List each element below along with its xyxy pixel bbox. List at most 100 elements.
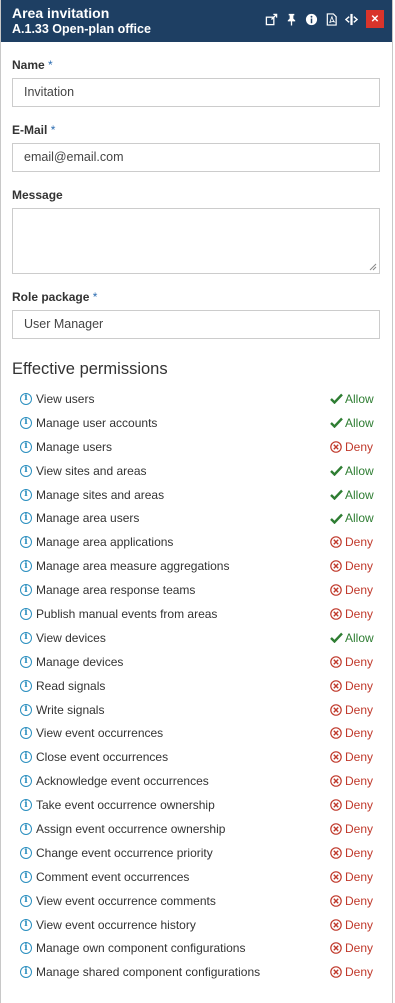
info-circle-icon[interactable]: i	[20, 775, 32, 788]
popout-icon[interactable]	[264, 10, 279, 28]
permission-label: Close event occurrences	[36, 750, 169, 765]
permission-status-text: Allow	[345, 391, 374, 406]
permission-name: i Close event occurrences	[20, 750, 168, 764]
info-circle-icon[interactable]: i	[20, 488, 32, 501]
permission-status: Deny	[329, 822, 377, 836]
permission-label: View users	[36, 391, 95, 406]
permission-status-text: Deny	[345, 654, 374, 669]
info-circle-icon[interactable]: i	[20, 392, 32, 405]
permission-name: i View sites and areas	[20, 464, 147, 478]
resize-grip-icon[interactable]	[369, 263, 377, 271]
info-circle-icon[interactable]: i	[20, 512, 32, 525]
permission-label: Acknowledge event occurrences	[36, 774, 209, 789]
info-icon[interactable]	[304, 10, 319, 28]
permission-row: i Take event occurrence ownership Deny	[12, 793, 378, 817]
info-circle-icon[interactable]: i	[20, 894, 32, 907]
permission-row: i Manage area measure aggregations Deny	[12, 554, 378, 578]
permission-name: i Publish manual events from areas	[20, 607, 217, 621]
name-input[interactable]: Invitation	[12, 78, 380, 107]
permission-status: Deny	[329, 679, 377, 693]
info-circle-icon[interactable]: i	[20, 846, 32, 859]
permission-status-text: Deny	[345, 559, 374, 574]
message-label: Message	[12, 188, 378, 202]
info-circle-icon[interactable]: i	[20, 560, 32, 573]
permission-row: i Manage area response teams Deny	[12, 578, 378, 602]
info-circle-icon[interactable]: i	[20, 679, 32, 692]
info-circle-icon[interactable]: i	[20, 870, 32, 883]
permission-row: i Comment event occurrences Deny	[12, 865, 378, 889]
permission-status: Deny	[329, 655, 377, 669]
permission-status-text: Allow	[345, 463, 374, 478]
permission-row: i View event occurrences Deny	[12, 721, 378, 745]
resize-icon[interactable]	[344, 10, 359, 28]
info-circle-icon[interactable]: i	[20, 584, 32, 597]
permission-name: i Manage area measure aggregations	[20, 559, 229, 573]
panel-header: Area invitation A.1.33 Open-plan office …	[1, 0, 392, 42]
permission-status: Deny	[329, 607, 377, 621]
info-circle-icon[interactable]: i	[20, 655, 32, 668]
permission-name: i View devices	[20, 631, 106, 645]
x-circle-icon	[329, 560, 343, 572]
permission-label: Publish manual events from areas	[36, 606, 218, 621]
permission-status-text: Deny	[345, 535, 374, 550]
permission-name: i View event occurrences	[20, 726, 163, 740]
permission-label: Manage own component configurations	[36, 941, 246, 956]
info-circle-icon[interactable]: i	[20, 536, 32, 549]
role-label: Role package *	[12, 290, 378, 304]
check-icon	[329, 465, 343, 477]
info-circle-icon[interactable]: i	[20, 703, 32, 716]
info-circle-icon[interactable]: i	[20, 966, 32, 979]
permission-status-text: Deny	[345, 869, 374, 884]
x-circle-icon	[329, 536, 343, 549]
pin-icon[interactable]	[284, 10, 299, 28]
permission-label: Manage area response teams	[36, 583, 196, 598]
permission-status: Deny	[329, 750, 377, 764]
name-label: Name *	[12, 58, 378, 72]
permission-row: i Manage users Deny	[12, 435, 378, 459]
info-circle-icon[interactable]: i	[20, 440, 32, 453]
permission-row: i Change event occurrence priority Deny	[12, 841, 378, 865]
pdf-icon[interactable]	[324, 10, 339, 28]
close-button[interactable]: ✕	[366, 10, 384, 28]
permission-status: Deny	[329, 726, 377, 740]
permission-status: Deny	[329, 703, 377, 717]
info-circle-icon[interactable]: i	[20, 918, 32, 931]
permission-status: Deny	[329, 583, 377, 597]
permission-row: i Assign event occurrence ownership Deny	[12, 817, 378, 841]
info-circle-icon[interactable]: i	[20, 751, 32, 764]
role-label-text: Role package	[12, 290, 90, 304]
info-circle-icon[interactable]: i	[20, 607, 32, 620]
permission-name: i Manage area users	[20, 511, 139, 525]
permission-row: i Manage area users Allow	[12, 506, 378, 530]
info-circle-icon[interactable]: i	[20, 727, 32, 740]
x-circle-icon	[329, 823, 343, 835]
x-circle-icon	[329, 799, 343, 811]
permission-row: i View devices Allow	[12, 626, 378, 650]
permission-status-text: Deny	[345, 583, 374, 598]
check-icon	[329, 489, 343, 501]
permission-label: Read signals	[36, 678, 106, 693]
info-circle-icon[interactable]: i	[20, 631, 32, 644]
info-circle-icon[interactable]: i	[20, 416, 32, 429]
permission-row: i View event occurrence comments Deny	[12, 889, 378, 913]
x-circle-icon	[329, 608, 343, 620]
info-circle-icon[interactable]: i	[20, 799, 32, 812]
permission-row: i Read signals Deny	[12, 674, 378, 698]
permission-row: i Acknowledge event occurrences Deny	[12, 769, 378, 793]
permission-label: Manage user accounts	[36, 415, 158, 430]
permission-name: i Assign event occurrence ownership	[20, 822, 225, 836]
info-circle-icon[interactable]: i	[20, 822, 32, 835]
permission-status: Deny	[329, 846, 377, 860]
role-package-select[interactable]: User Manager	[12, 310, 380, 339]
message-textarea[interactable]	[12, 208, 380, 274]
info-circle-icon[interactable]: i	[20, 942, 32, 955]
info-circle-icon[interactable]: i	[20, 464, 32, 477]
permission-label: View devices	[36, 630, 106, 645]
permission-label: Manage area users	[36, 511, 140, 526]
email-input[interactable]: email@email.com	[12, 143, 380, 172]
permission-status-text: Deny	[345, 439, 374, 454]
permission-name: i View users	[20, 392, 94, 406]
permission-row: i Manage own component configurations Deny	[12, 936, 378, 960]
header-toolbar: ✕	[264, 10, 384, 28]
permission-status: Allow	[329, 488, 377, 502]
